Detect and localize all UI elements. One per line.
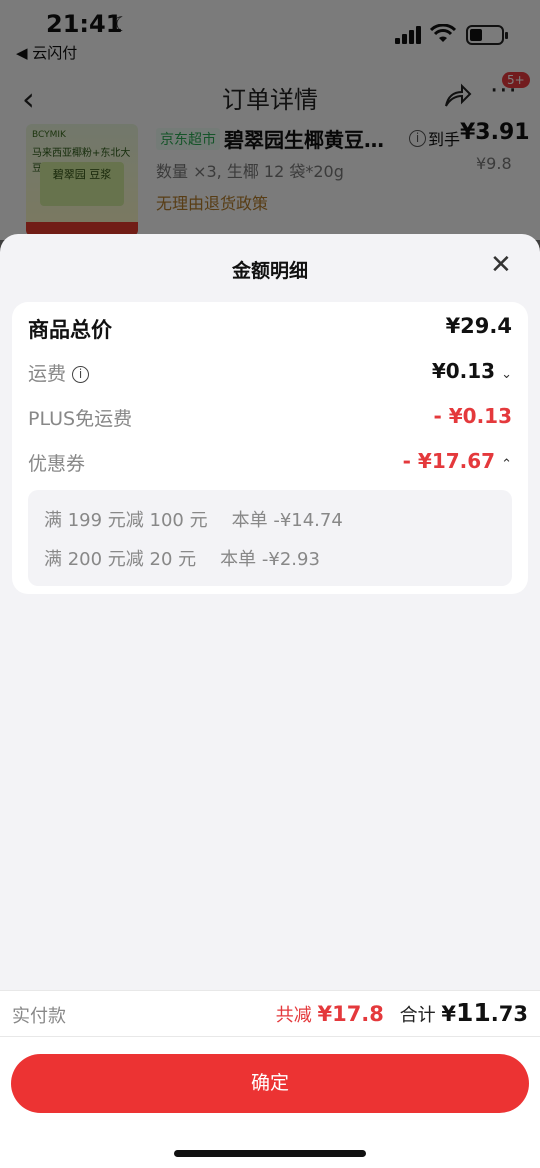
sum-decimal: .73 [490, 1002, 528, 1026]
divider [0, 990, 540, 991]
coupon-desc: 满 199 元减 100 元 [44, 510, 208, 531]
sum-currency: ¥ [441, 1002, 456, 1026]
bottom-bar: 实付款 共减 ¥17.8 合计 ¥11.73 确定 [0, 990, 540, 1168]
close-icon[interactable]: ✕ [490, 252, 512, 278]
reduce-value: ¥17.8 [317, 1002, 384, 1026]
chevron-down-icon[interactable]: ⌄ [501, 367, 512, 382]
total-price-row: 商品总价 ¥29.4 [28, 314, 512, 344]
reduce-label: 共减 [275, 1005, 312, 1026]
home-indicator[interactable] [174, 1150, 366, 1157]
sum-label: 合计 [399, 1005, 436, 1026]
total-price-label: 商品总价 [28, 318, 112, 342]
plus-free-shipping-value: - ¥0.13 [433, 404, 512, 428]
shipping-label: 运费 [28, 363, 67, 385]
coupon-item: 满 200 元减 20 元 本单 -¥2.93 [44, 545, 320, 571]
coupon-amount: 本单 -¥2.93 [220, 549, 320, 570]
total-price-value: ¥29.4 [445, 314, 512, 338]
plus-free-shipping-label: PLUS免运费 [28, 408, 133, 430]
coupon-desc: 满 200 元减 20 元 [44, 549, 197, 570]
plus-free-shipping-row: PLUS免运费 - ¥0.13 [28, 404, 512, 434]
coupon-value: - ¥17.67 [402, 449, 496, 473]
coupon-detail-box: 满 199 元减 100 元 本单 -¥14.74 满 200 元减 20 元 本单… [28, 490, 512, 586]
chevron-up-icon[interactable]: ⌃ [501, 457, 512, 472]
coupon-amount: 本单 -¥14.74 [231, 510, 343, 531]
info-icon[interactable]: i [72, 366, 90, 383]
coupon-label: 优惠券 [28, 453, 86, 475]
paid-label: 实付款 [12, 1006, 66, 1027]
amount-card: 商品总价 ¥29.4 运费 i ¥0.13 ⌄ PLUS免运费 - ¥0.13 优惠… [12, 302, 528, 594]
sheet-title: 金额明细 [231, 260, 308, 282]
confirm-button[interactable]: 确定 [11, 1054, 529, 1113]
divider [0, 1036, 540, 1037]
sum-integer: 11 [456, 998, 491, 1027]
shipping-value: ¥0.13 [431, 359, 496, 383]
coupon-row[interactable]: 优惠券 - ¥17.67 ⌃ [28, 449, 512, 479]
coupon-item: 满 199 元减 100 元 本单 -¥14.74 [44, 506, 343, 532]
shipping-row[interactable]: 运费 i ¥0.13 ⌄ [28, 359, 512, 389]
payment-summary: 共减 ¥17.8 合计 ¥11.73 [276, 998, 528, 1027]
